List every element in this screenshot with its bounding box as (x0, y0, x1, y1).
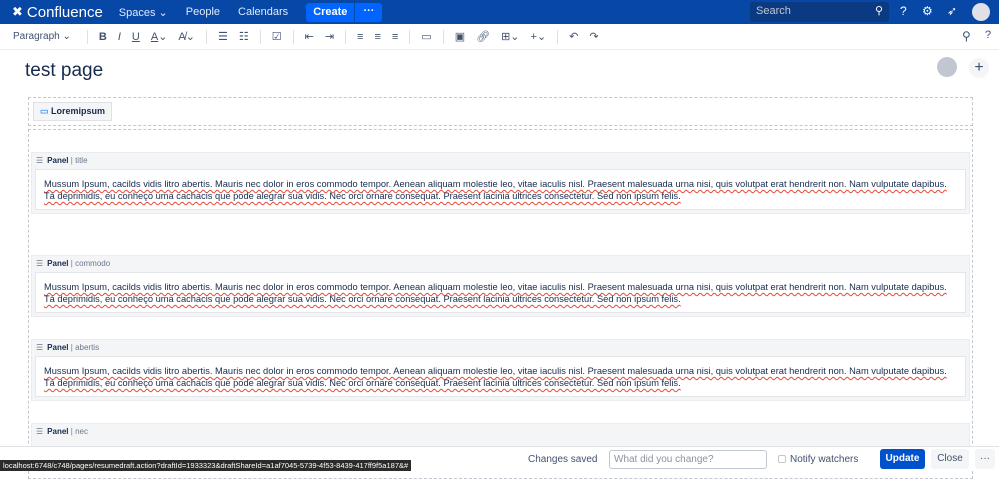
panel-macro[interactable]: ☰ Panel | abertis Mussum Ipsum, cacilds v… (31, 339, 970, 401)
browser-status-bar: localhost:6748/c748/pages/resumedraft.ac… (0, 460, 412, 471)
collaborator-avatar (937, 57, 957, 77)
italic-icon[interactable]: I (118, 31, 121, 43)
notifications-icon[interactable]: ➶ (947, 4, 957, 18)
confluence-icon: ✖ (12, 4, 23, 19)
macro-chip[interactable]: ▭ Loremipsum (33, 102, 113, 121)
align-right-icon[interactable]: ≡ (392, 31, 398, 43)
numbered-list-icon[interactable]: ☷ (239, 30, 249, 43)
insert-more-icon[interactable]: +⌄ (531, 30, 547, 43)
undo-icon[interactable]: ↶ (569, 30, 578, 43)
find-icon[interactable]: ⚲ (962, 29, 971, 43)
bullet-list-icon[interactable]: ☰ (218, 30, 228, 43)
create-button[interactable]: Create (306, 2, 355, 22)
nav-spaces[interactable]: Spaces ⌄ (119, 6, 168, 19)
gear-icon[interactable]: ⚙ (922, 4, 933, 18)
text-color-icon[interactable]: A⌄ (151, 30, 168, 43)
table-icon[interactable]: ⊞⌄ (501, 30, 519, 43)
panel-body[interactable]: Mussum Ipsum, cacilds vidis litro aberti… (35, 169, 966, 210)
outdent-icon[interactable]: ⇤ (305, 30, 314, 43)
align-left-icon[interactable]: ≡ (357, 31, 363, 43)
panel-macro[interactable]: ☰ Panel | commodo Mussum Ipsum, cacilds v… (31, 255, 970, 317)
image-icon[interactable]: ▣ (455, 30, 465, 43)
change-comment-input[interactable]: What did you change? (609, 450, 767, 469)
notify-watchers-checkbox[interactable] (778, 455, 786, 463)
text-format-icon[interactable]: A̸⌄ (178, 30, 195, 43)
nav-calendars[interactable]: Calendars (238, 6, 288, 18)
notify-watchers-label: Notify watchers (790, 454, 859, 465)
panel-icon: ☰ (36, 343, 44, 352)
page-title[interactable]: test page (25, 60, 103, 82)
editor-toolbar: Paragraph ⌄ B I U A⌄ A̸⌄ ☰ ☷ ☑ ⇤ ⇥ ≡ ≡ ≡… (0, 24, 999, 50)
panel-macro[interactable]: ☰ Panel | title Mussum Ipsum, cacilds vid… (31, 152, 970, 214)
update-button[interactable]: Update (880, 449, 925, 469)
panel-icon: ☰ (36, 427, 44, 436)
bold-icon[interactable]: B (99, 31, 107, 43)
avatar[interactable] (972, 3, 990, 21)
help-icon[interactable]: ? (985, 29, 991, 41)
create-more-button[interactable]: ··· (354, 2, 383, 22)
nav-people[interactable]: People (186, 6, 220, 18)
save-status: Changes saved (528, 454, 598, 465)
more-options-button[interactable]: ··· (975, 449, 995, 469)
add-collaborator-button[interactable]: + (969, 58, 989, 78)
task-list-icon[interactable]: ☑ (272, 30, 282, 43)
align-center-icon[interactable]: ≡ (374, 31, 380, 43)
redo-icon[interactable]: ↷ (589, 30, 598, 43)
help-icon[interactable]: ? (900, 4, 907, 18)
panel-body[interactable]: Mussum Ipsum, cacilds vidis litro aberti… (35, 356, 966, 397)
page-layout-icon[interactable]: ▭ (421, 30, 431, 43)
macro-placeholder[interactable]: ▭ Loremipsum (28, 97, 973, 126)
panel-icon: ☰ (36, 259, 44, 268)
paragraph-style-select[interactable]: Paragraph ⌄ (13, 31, 71, 42)
macro-icon: ▭ (40, 106, 49, 116)
panel-body[interactable]: Mussum Ipsum, cacilds vidis litro aberti… (35, 272, 966, 313)
link-icon[interactable]: 🔗︎ (476, 30, 490, 43)
confluence-logo[interactable]: ✖ Confluence (12, 4, 103, 21)
search-input[interactable]: Search ⚲ (750, 2, 889, 22)
top-nav: ✖ Confluence Spaces ⌄ People Calendars Cr… (0, 0, 999, 24)
underline-icon[interactable]: U (132, 31, 140, 43)
close-button[interactable]: Close (931, 449, 969, 469)
search-icon: ⚲ (874, 5, 883, 17)
panel-icon: ☰ (36, 156, 44, 165)
indent-icon[interactable]: ⇥ (325, 30, 334, 43)
